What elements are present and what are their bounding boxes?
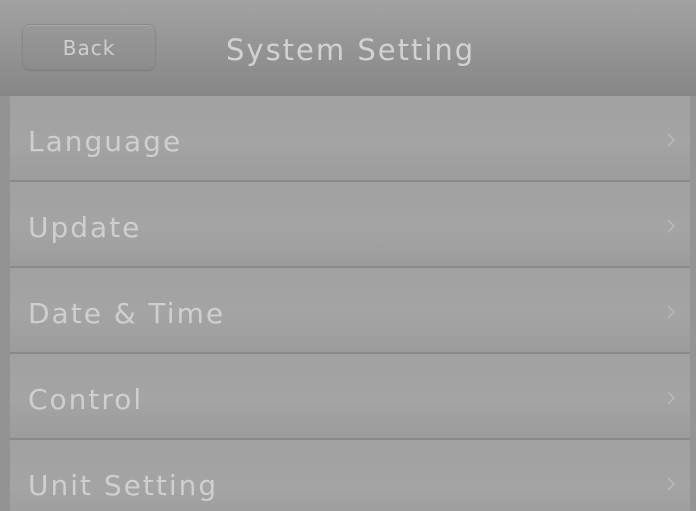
- menu-item-label: Language: [28, 125, 183, 158]
- menu-item-label: Date & Time: [28, 297, 226, 330]
- back-button[interactable]: Back: [22, 24, 156, 70]
- menu-item-label: Update: [28, 211, 142, 244]
- chevron-right-icon: [667, 477, 676, 491]
- system-setting-screen: Back System Setting Language Update Date…: [0, 0, 696, 511]
- menu-item-language[interactable]: Language: [10, 96, 690, 182]
- chevron-right-icon: [667, 391, 676, 405]
- menu-item-date-time[interactable]: Date & Time: [10, 268, 690, 354]
- chevron-right-icon: [667, 133, 676, 147]
- menu-item-label: Unit Setting: [28, 469, 219, 502]
- menu-item-control[interactable]: Control: [10, 354, 690, 440]
- page-title: System Setting: [226, 33, 476, 67]
- title-bar: Back System Setting: [0, 0, 696, 98]
- chevron-right-icon: [667, 219, 676, 233]
- settings-menu-list: Language Update Date & Time Control Unit…: [10, 96, 690, 511]
- chevron-right-icon: [667, 305, 676, 319]
- menu-item-update[interactable]: Update: [10, 182, 690, 268]
- menu-item-unit-setting[interactable]: Unit Setting: [10, 440, 690, 511]
- menu-item-label: Control: [28, 383, 144, 416]
- left-edge: [0, 96, 10, 511]
- right-edge: [690, 96, 696, 511]
